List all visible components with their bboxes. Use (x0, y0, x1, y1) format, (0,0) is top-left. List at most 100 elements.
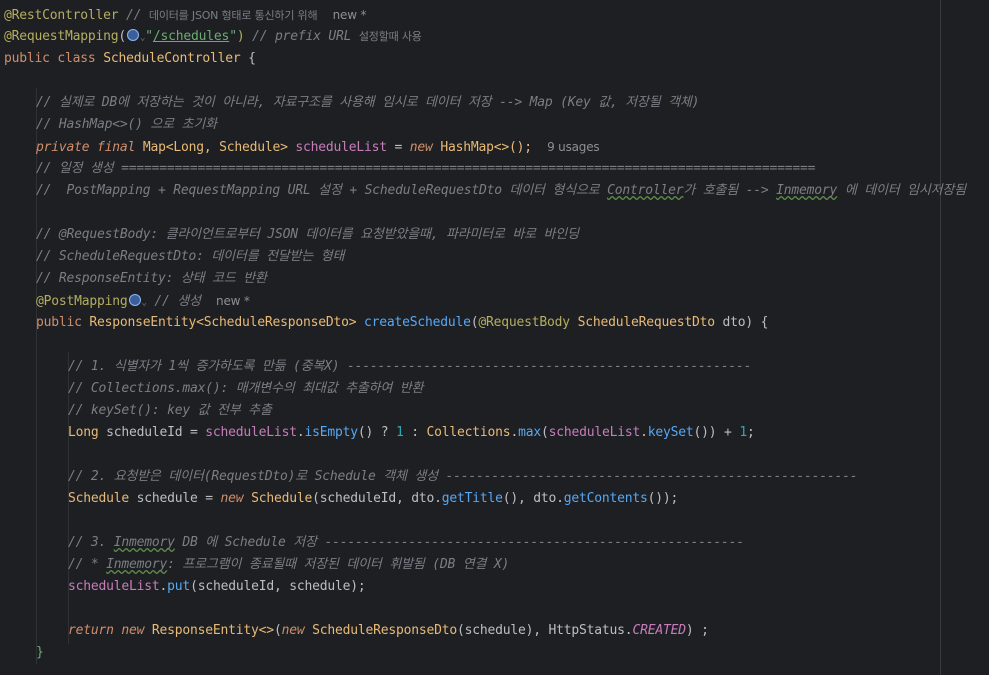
field-ref[interactable]: scheduleList (68, 579, 160, 594)
url-link[interactable]: /schedules (153, 29, 229, 44)
constructor[interactable]: ResponseEntity<> (144, 623, 274, 638)
code-line-15: public ResponseEntity<ScheduleResponseDt… (36, 312, 768, 334)
operator: ( (540, 425, 549, 440)
method-call[interactable]: getContents (564, 491, 648, 506)
comment: 에 데이터 임시저장됨 (837, 183, 966, 198)
comment: // prefix URL (244, 29, 359, 44)
parameter: dto (722, 315, 746, 330)
code-line-22: // 2. 요청받은 데이터(RequestDto)로 Schedule 객체 … (68, 466, 858, 488)
code-editor[interactable]: @RestController // 데이터를 JSON 형태로 통신하기 위해… (0, 0, 989, 675)
comment: DB 에 Schedule 저장 -----------------------… (174, 535, 744, 550)
type[interactable]: Collections (427, 425, 511, 440)
arguments: (), dto. (502, 491, 564, 506)
type[interactable]: Long (68, 425, 99, 440)
code-line-29: return new ResponseEntity<>(new Schedule… (68, 620, 709, 642)
comment: // ScheduleRequestDto: 데이터를 전달받는 형태 (36, 249, 345, 264)
globe-icon[interactable] (127, 29, 140, 41)
keyword: new (220, 491, 244, 506)
keyword: public (36, 315, 82, 330)
paren: ( (273, 623, 282, 638)
usages-hint[interactable]: 9 usages (547, 140, 600, 154)
author-hint[interactable]: new * (216, 294, 250, 308)
comment: // 2. 요청받은 데이터(RequestDto)로 Schedule 객체 … (68, 469, 858, 484)
comment: // ResponseEntity: 상태 코드 반환 (36, 271, 267, 286)
code-line-25: // 3. Inmemory DB 에 Schedule 저장 --------… (68, 532, 744, 554)
constructor[interactable]: HashMap<>(); (440, 140, 532, 155)
keyword: final (97, 140, 136, 155)
annotation[interactable]: @RequestBody (478, 315, 570, 330)
comment: : 프로그램이 종료될때 저장된 데이터 휘발됨 (DB 연결 X) (167, 557, 510, 572)
method-call[interactable]: max (518, 425, 541, 440)
paren: ( (118, 29, 127, 44)
operator: : (403, 425, 427, 440)
annotation[interactable]: @RestController (4, 8, 119, 23)
operator: ; (746, 425, 755, 440)
operator: ()) + (693, 425, 740, 440)
closing-brace: } (36, 645, 44, 660)
comment: // * (68, 557, 107, 572)
code-line-23: Schedule schedule = new Schedule(schedul… (68, 488, 678, 510)
operator: . (510, 425, 519, 440)
globe-icon[interactable] (128, 294, 141, 306)
spelling-warning[interactable]: Inmemory (114, 535, 175, 550)
spelling-warning[interactable]: Controller (607, 183, 683, 198)
field-name[interactable]: scheduleList (295, 140, 387, 155)
code-line-6: // HashMap<>() 으로 초기화 (36, 114, 217, 136)
comment: // keySet(): key 값 전부 추출 (68, 403, 272, 418)
comment: // PostMapping + RequestMapping URL 설정 +… (36, 183, 608, 198)
keyword: public (4, 51, 50, 66)
code-line-7: private final Map<Long, Schedule> schedu… (36, 136, 600, 158)
arguments: (scheduleId, schedule); (190, 579, 366, 594)
comment: 데이터를 JSON 형태로 통신하기 위해 (148, 9, 318, 22)
method-name[interactable]: createSchedule (364, 315, 471, 330)
code-line-12: // ScheduleRequestDto: 데이터를 전달받는 형태 (36, 246, 344, 268)
operator: . (640, 425, 648, 440)
code-line-8: // 일정 생성 ===============================… (36, 158, 815, 180)
number: 1 (739, 425, 747, 440)
field-ref[interactable]: scheduleList (205, 425, 297, 440)
spelling-warning[interactable]: Inmemory (106, 557, 167, 572)
code-line-20: Long scheduleId = scheduleList.isEmpty()… (68, 422, 755, 444)
string-quote: " (145, 29, 153, 44)
method-call[interactable]: keySet (648, 425, 694, 440)
right-margin-guide (940, 0, 941, 675)
keyword: return (68, 623, 114, 638)
annotation[interactable]: @RequestMapping (4, 29, 119, 44)
code-line-5: // 실제로 DB에 저장하는 것이 아니라, 자료구조를 사용해 임시로 데이… (36, 92, 699, 114)
keyword: new (113, 623, 145, 638)
annotation[interactable]: @PostMapping (36, 294, 128, 309)
operator: () ? (357, 425, 396, 440)
number: 1 (396, 425, 404, 440)
type[interactable]: Schedule (68, 491, 129, 506)
type[interactable]: Map<Long, Schedule> (143, 140, 288, 155)
author-hint[interactable]: new * (333, 8, 367, 22)
code-line-19: // keySet(): key 값 전부 추출 (68, 400, 272, 422)
comment: // 생성 (146, 294, 201, 309)
code-line-30: } (36, 642, 44, 664)
method-call[interactable]: isEmpty (304, 425, 358, 440)
field-ref[interactable]: scheduleList (549, 425, 641, 440)
keyword: private (36, 140, 90, 155)
string-quote: " (229, 29, 237, 44)
comment: // 1. 식별자가 1씩 증가하도록 만듦 (중복X) -----------… (68, 359, 752, 374)
keyword: class (57, 51, 96, 66)
class-name[interactable]: ScheduleController (103, 51, 240, 66)
code-line-26: // * Inmemory: 프로그램이 종료될때 저장된 데이터 휘발됨 (D… (68, 554, 509, 576)
type[interactable]: ScheduleRequestDto (578, 315, 715, 330)
comment: // 3. (68, 535, 114, 550)
comment: // HashMap<>() 으로 초기화 (36, 117, 217, 132)
code-line-17: // 1. 식별자가 1씩 증가하도록 만듦 (중복X) -----------… (68, 356, 751, 378)
comment: 가 호출됨 --> (683, 183, 777, 198)
arguments: ()); (647, 491, 679, 506)
spelling-warning[interactable]: Inmemory (776, 183, 837, 198)
code-line-13: // ResponseEntity: 상태 코드 반환 (36, 268, 267, 290)
constant[interactable]: CREATED (632, 623, 686, 638)
method-call[interactable]: put (167, 579, 190, 594)
variable: scheduleId = (98, 425, 206, 440)
arguments: (schedule), HttpStatus. (457, 623, 633, 638)
constructor[interactable]: ScheduleResponseDto (304, 623, 457, 638)
type[interactable]: ResponseEntity<ScheduleResponseDto> (89, 315, 356, 330)
method-call[interactable]: getTitle (442, 491, 503, 506)
constructor[interactable]: Schedule (243, 491, 312, 506)
code-line-3: public class ScheduleController { (4, 48, 256, 70)
